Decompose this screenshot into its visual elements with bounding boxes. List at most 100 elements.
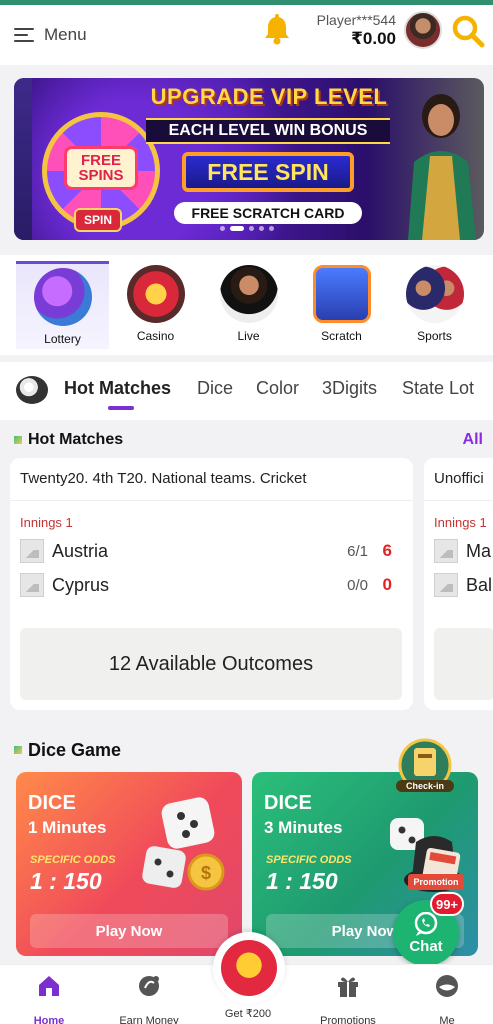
nav-label: Me [439,1015,455,1024]
tab-color[interactable]: Color [256,378,299,399]
chat-label: Chat [409,937,443,955]
nav-earn-money[interactable]: Earn Money [100,973,198,1024]
tab-state-lot[interactable]: State Lot [402,378,474,399]
lottery-balls-icon [33,268,92,326]
banner-scratch: FREE SCRATCH CARD [174,202,362,224]
team-name: Bal [466,574,493,595]
category-row: Lottery Casino Live Scratch Sports [0,255,493,355]
banner-dots [220,226,274,231]
dice-card-duration: 3 Minutes [264,818,343,837]
category-lottery[interactable]: Lottery [16,261,109,349]
innings-label: Innings 1 [20,515,73,530]
innings-label: Innings 1 [434,515,487,530]
dice-card-duration: 1 Minutes [28,818,107,837]
team-row: Austria 6/1 6 [20,538,400,564]
tab-hot-matches[interactable]: Hot Matches [64,378,171,399]
category-label: Scratch [321,329,362,343]
game-tabs: Hot Matches Dice Color 3Digits State Lot [0,362,493,420]
hot-matches-header: Hot Matches All [0,422,493,458]
nav-label: Earn Money [119,1015,179,1024]
category-sports[interactable]: Sports [388,261,481,349]
live-dealer-icon [219,265,278,323]
player-info[interactable]: Player***544 ₹0.00 [312,12,396,49]
team-row: Ma [434,538,493,564]
earn-money-icon [139,976,159,996]
gift-icon [338,977,358,997]
category-label: Sports [417,329,452,343]
team-points: 6 [382,541,392,560]
team-score: 6/1 [347,542,368,560]
nav-label: Home [33,1015,65,1024]
match-card[interactable]: Twenty20. 4th T20. National teams. Crick… [10,458,413,710]
promotion-tag: Promotion [408,874,464,890]
whatsapp-icon [414,911,438,936]
tab-3digits[interactable]: 3Digits [322,378,377,399]
banner-free-spin: FREE SPIN [182,152,354,192]
search-icon[interactable] [451,14,485,48]
hamburger-icon [14,27,34,43]
dice-1min-card[interactable]: DICE 1 Minutes SPECIFIC ODDS 1 : 150 $ P… [16,772,242,956]
team-points: 0 [382,575,392,594]
team-row: Cyprus 0/0 0 [20,572,400,598]
team-name: Austria [52,540,109,561]
get-reward-button[interactable] [213,932,285,1004]
category-label: Casino [136,329,175,343]
nav-label: Promotions [320,1015,376,1024]
dice-card-title: DICE [28,792,76,814]
check-in-label: Check-in [396,780,454,792]
divider [10,500,413,501]
odds-value: 1 : 150 [266,868,338,894]
reward-ticket-icon [221,940,277,996]
dice-icon: $ [142,797,225,891]
team-flag-image [20,539,44,563]
category-label: Live [237,329,260,343]
section-marker-icon [14,746,22,754]
match-card[interactable]: Unoffici Innings 1 Ma Bal [424,458,493,710]
home-icon [39,976,59,996]
nav-home[interactable]: Home [0,973,98,1024]
odds-label: SPECIFIC ODDS [266,854,352,866]
category-casino[interactable]: Casino [109,261,202,349]
player-balance: ₹0.00 [351,29,396,48]
section-marker-icon [14,436,22,444]
nav-label: Get ₹200 [224,1008,272,1020]
odds-value: 1 : 150 [30,868,102,894]
bell-icon[interactable] [262,14,292,46]
nav-me[interactable]: Me [398,973,493,1024]
outcomes-button[interactable]: 12 Available Outcomes [20,628,402,700]
team-flag-image [434,539,458,563]
player-name: Player***544 [316,12,396,28]
section-title: Hot Matches [28,431,124,448]
match-title: Unoffici [434,470,484,487]
nav-promotions[interactable]: Promotions [299,973,397,1024]
promo-banner[interactable]: FREE SPINS SPIN UPGRADE VIP LEVEL EACH L… [14,78,484,240]
avatar[interactable] [404,11,442,49]
banner-prev-slide [14,78,32,240]
play-now-button[interactable]: Play Now [30,914,228,948]
scratch-card-icon [312,265,371,323]
svg-text:$: $ [201,863,211,883]
dice-card-title: DICE [264,792,312,814]
view-all-link[interactable]: All [463,431,483,449]
team-name: Cyprus [52,574,110,595]
match-title: Twenty20. 4th T20. National teams. Crick… [20,470,307,487]
outcomes-button[interactable] [434,628,493,700]
divider [424,500,493,501]
team-flag-image [434,573,458,597]
section-title: Dice Game [28,739,122,760]
odds-label: SPECIFIC ODDS [30,854,116,866]
banner-ribbon: EACH LEVEL WIN BONUS [146,118,390,144]
active-tab-indicator [108,406,134,410]
tab-dice[interactable]: Dice [197,378,233,399]
team-flag-image [20,573,44,597]
team-name: Ma [466,540,492,561]
menu-button[interactable]: Menu [14,25,87,45]
menu-label: Menu [44,25,87,44]
spin-badge: SPIN [74,208,122,232]
billiard-ball-icon [16,376,48,404]
team-row: Bal [434,572,493,598]
category-live[interactable]: Live [202,261,295,349]
wheel-text: FREE SPINS [64,146,138,190]
chat-unread-badge: 99+ [430,892,464,916]
category-scratch[interactable]: Scratch [295,261,388,349]
